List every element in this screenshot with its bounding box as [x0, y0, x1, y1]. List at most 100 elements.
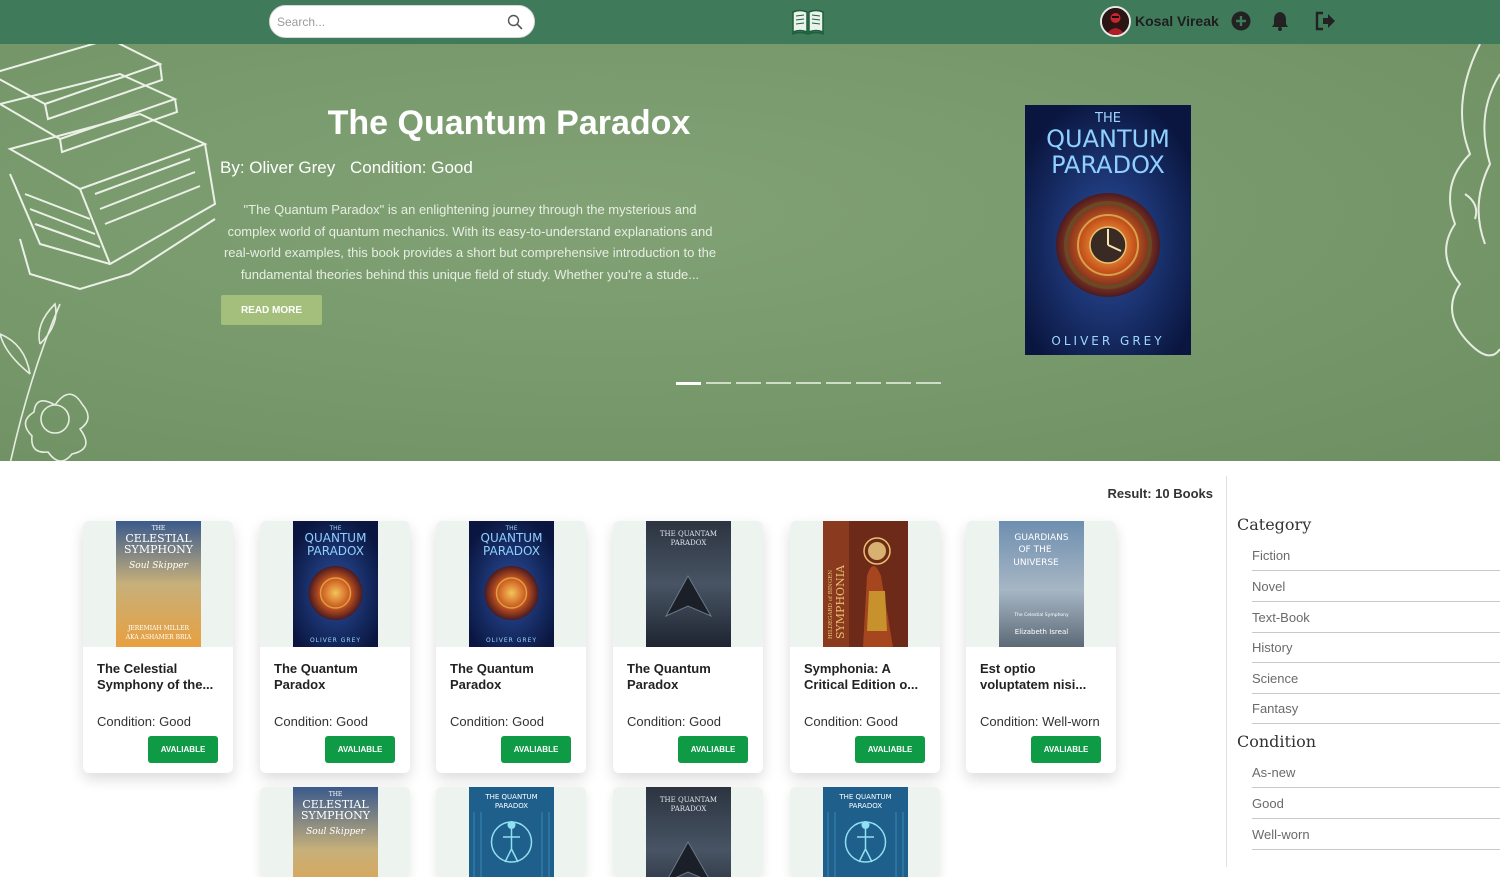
cover-text: Soul Skipper	[129, 561, 188, 571]
cover-area: THE QUANTUM PARADOX OLIVER GREY	[260, 521, 410, 647]
hero-cover-line2: PARADOX	[1051, 151, 1165, 179]
cover-text: PARADOX	[671, 805, 707, 813]
availability-button[interactable]: AVALIABLE	[678, 736, 748, 763]
cover-text: Soul Skipper	[306, 827, 365, 837]
add-icon[interactable]	[1230, 10, 1252, 32]
hero-cover-line1: QUANTUM	[1046, 125, 1170, 153]
hero-book-cover[interactable]: THE QUANTUM PARADOX OLIVER GREY	[1025, 105, 1191, 355]
hero-description: "The Quantum Paradox" is an enlightening…	[223, 202, 717, 282]
book-condition: Condition: Good	[804, 714, 898, 729]
carousel-dot-7[interactable]	[856, 382, 881, 384]
book-stack-illustration	[0, 44, 217, 461]
search-box[interactable]	[269, 5, 535, 38]
book-title[interactable]: The Quantum Paradox	[450, 661, 576, 693]
filter-category-novel[interactable]: Novel	[1252, 572, 1500, 602]
carousel-dot-2[interactable]	[706, 382, 731, 384]
book-condition: Condition: Good	[274, 714, 368, 729]
cover-area: THE QUANTUM PARADOX OLIVER GREY	[436, 521, 586, 647]
book-logo-icon[interactable]	[791, 7, 825, 37]
filter-condition-as-new[interactable]: As-new	[1252, 758, 1500, 788]
book-card[interactable]: THE QUANTUM PARADOX OLIVER GREY The Quan…	[260, 521, 410, 773]
filter-category-fiction[interactable]: Fiction	[1252, 541, 1500, 571]
sidebar-divider	[1226, 476, 1227, 867]
book-title[interactable]: The Quantum Paradox	[274, 661, 400, 693]
carousel-dot-1[interactable]	[676, 382, 701, 385]
read-more-button[interactable]: READ MORE	[221, 295, 322, 325]
cover-area: THE CELESTIAL SYMPHONY Soul Skipper	[260, 787, 410, 877]
search-icon[interactable]	[506, 13, 524, 31]
cover-text: THE QUANTUM	[484, 793, 537, 801]
filter-category-fantasy[interactable]: Fantasy	[1252, 694, 1500, 724]
filter-condition-well-worn[interactable]: Well-worn	[1252, 820, 1500, 850]
book-cover: THE QUANTUM PARADOX OLIVER GREY	[293, 521, 378, 647]
book-cover: HILDEGARD of BINGEN SYMPHONIA	[823, 521, 908, 647]
cover-area: HILDEGARD of BINGEN SYMPHONIA	[790, 521, 940, 647]
hero-book-meta: By: Oliver Grey Condition: Good	[220, 158, 483, 178]
book-title[interactable]: Est optio voluptatem nisi...	[980, 661, 1106, 693]
book-cover: THE CELESTIAL SYMPHONY Soul Skipper JERE…	[116, 521, 201, 647]
book-cover: THE QUANTAM PARADOX	[646, 521, 731, 647]
hero-carousel: The Quantum Paradox By: Oliver Grey Cond…	[0, 44, 1500, 461]
cover-text: JEREMIAH MILLER	[127, 625, 190, 632]
book-cover: THE QUANTUM PARADOX OLIVER GREY	[469, 521, 554, 647]
carousel-dot-5[interactable]	[796, 382, 821, 384]
cover-area: THE QUANTAM PARADOX	[613, 787, 763, 877]
book-card[interactable]: HILDEGARD of BINGEN SYMPHONIA Symphonia:…	[790, 521, 940, 773]
availability-button[interactable]: AVALIABLE	[501, 736, 571, 763]
filter-category-science[interactable]: Science	[1252, 664, 1500, 694]
cover-area: THE CELESTIAL SYMPHONY Soul Skipper JERE…	[83, 521, 233, 647]
availability-button[interactable]: AVALIABLE	[325, 736, 395, 763]
book-title[interactable]: The Celestial Symphony of the...	[97, 661, 223, 693]
hero-cover-top-text: THE	[1094, 111, 1121, 126]
book-condition: Condition: Well-worn	[980, 714, 1100, 729]
cover-text: PARADOX	[849, 802, 882, 810]
filter-condition-good[interactable]: Good	[1252, 789, 1500, 819]
availability-button[interactable]: AVALIABLE	[855, 736, 925, 763]
cover-text: The Celestial Symphony	[1013, 612, 1069, 618]
cover-text: PARADOX	[671, 539, 707, 547]
book-card[interactable]: THE QUANTAM PARADOX The Quantum Paradox …	[613, 521, 763, 773]
hero-condition: Condition: Good	[349, 158, 473, 177]
carousel-dot-8[interactable]	[886, 382, 911, 384]
top-navbar: Kosal Vireak	[0, 0, 1500, 44]
book-cover: THE QUANTUM PARADOX	[469, 787, 554, 877]
book-card[interactable]: THE QUANTUM PARADOX	[790, 787, 940, 877]
cover-text: THE QUANTUM	[838, 793, 891, 801]
carousel-dot-3[interactable]	[736, 382, 761, 384]
book-card[interactable]: THE CELESTIAL SYMPHONY Soul Skipper JERE…	[83, 521, 233, 773]
hero-cover-author: OLIVER GREY	[1051, 334, 1164, 348]
book-card[interactable]: THE QUANTAM PARADOX	[613, 787, 763, 877]
book-card[interactable]: THE QUANTUM PARADOX OLIVER GREY The Quan…	[436, 521, 586, 773]
cover-text: PARADOX	[495, 802, 528, 810]
carousel-dot-4[interactable]	[766, 382, 791, 384]
cover-text: GUARDIANS	[1014, 533, 1068, 543]
carousel-dot-9[interactable]	[916, 382, 941, 384]
book-card[interactable]: GUARDIANS OF THE UNIVERSE The Celestial …	[966, 521, 1116, 773]
book-card[interactable]: THE CELESTIAL SYMPHONY Soul Skipper	[260, 787, 410, 877]
book-title[interactable]: The Quantum Paradox	[627, 661, 753, 693]
face-line-illustration	[1445, 44, 1500, 357]
filter-category-text-book[interactable]: Text-Book	[1252, 603, 1500, 633]
book-condition: Condition: Good	[97, 714, 191, 729]
availability-button[interactable]: AVALIABLE	[148, 736, 218, 763]
cover-area: THE QUANTUM PARADOX	[436, 787, 586, 877]
result-count: Result: 10 Books	[1107, 486, 1213, 501]
availability-button[interactable]: AVALIABLE	[1031, 736, 1101, 763]
user-avatar-icon	[1102, 8, 1129, 35]
avatar[interactable]	[1100, 6, 1131, 37]
book-card[interactable]: THE QUANTUM PARADOX	[436, 787, 586, 877]
cover-text: SYMPHONIA	[834, 564, 847, 639]
logout-icon[interactable]	[1314, 10, 1336, 32]
book-cover: THE QUANTUM PARADOX	[823, 787, 908, 877]
book-title[interactable]: Symphonia: A Critical Edition o...	[804, 661, 930, 693]
cover-area: THE QUANTUM PARADOX	[790, 787, 940, 877]
cover-text: THE QUANTAM	[660, 530, 717, 538]
carousel-dot-6[interactable]	[826, 382, 851, 384]
filter-category-history[interactable]: History	[1252, 633, 1500, 663]
cover-text: OLIVER GREY	[486, 637, 537, 644]
bell-icon[interactable]	[1269, 10, 1291, 32]
user-name[interactable]: Kosal Vireak	[1135, 13, 1219, 29]
cover-text: QUANTUM	[305, 531, 367, 545]
search-input[interactable]	[277, 12, 497, 32]
cover-text: QUANTUM	[481, 531, 543, 545]
